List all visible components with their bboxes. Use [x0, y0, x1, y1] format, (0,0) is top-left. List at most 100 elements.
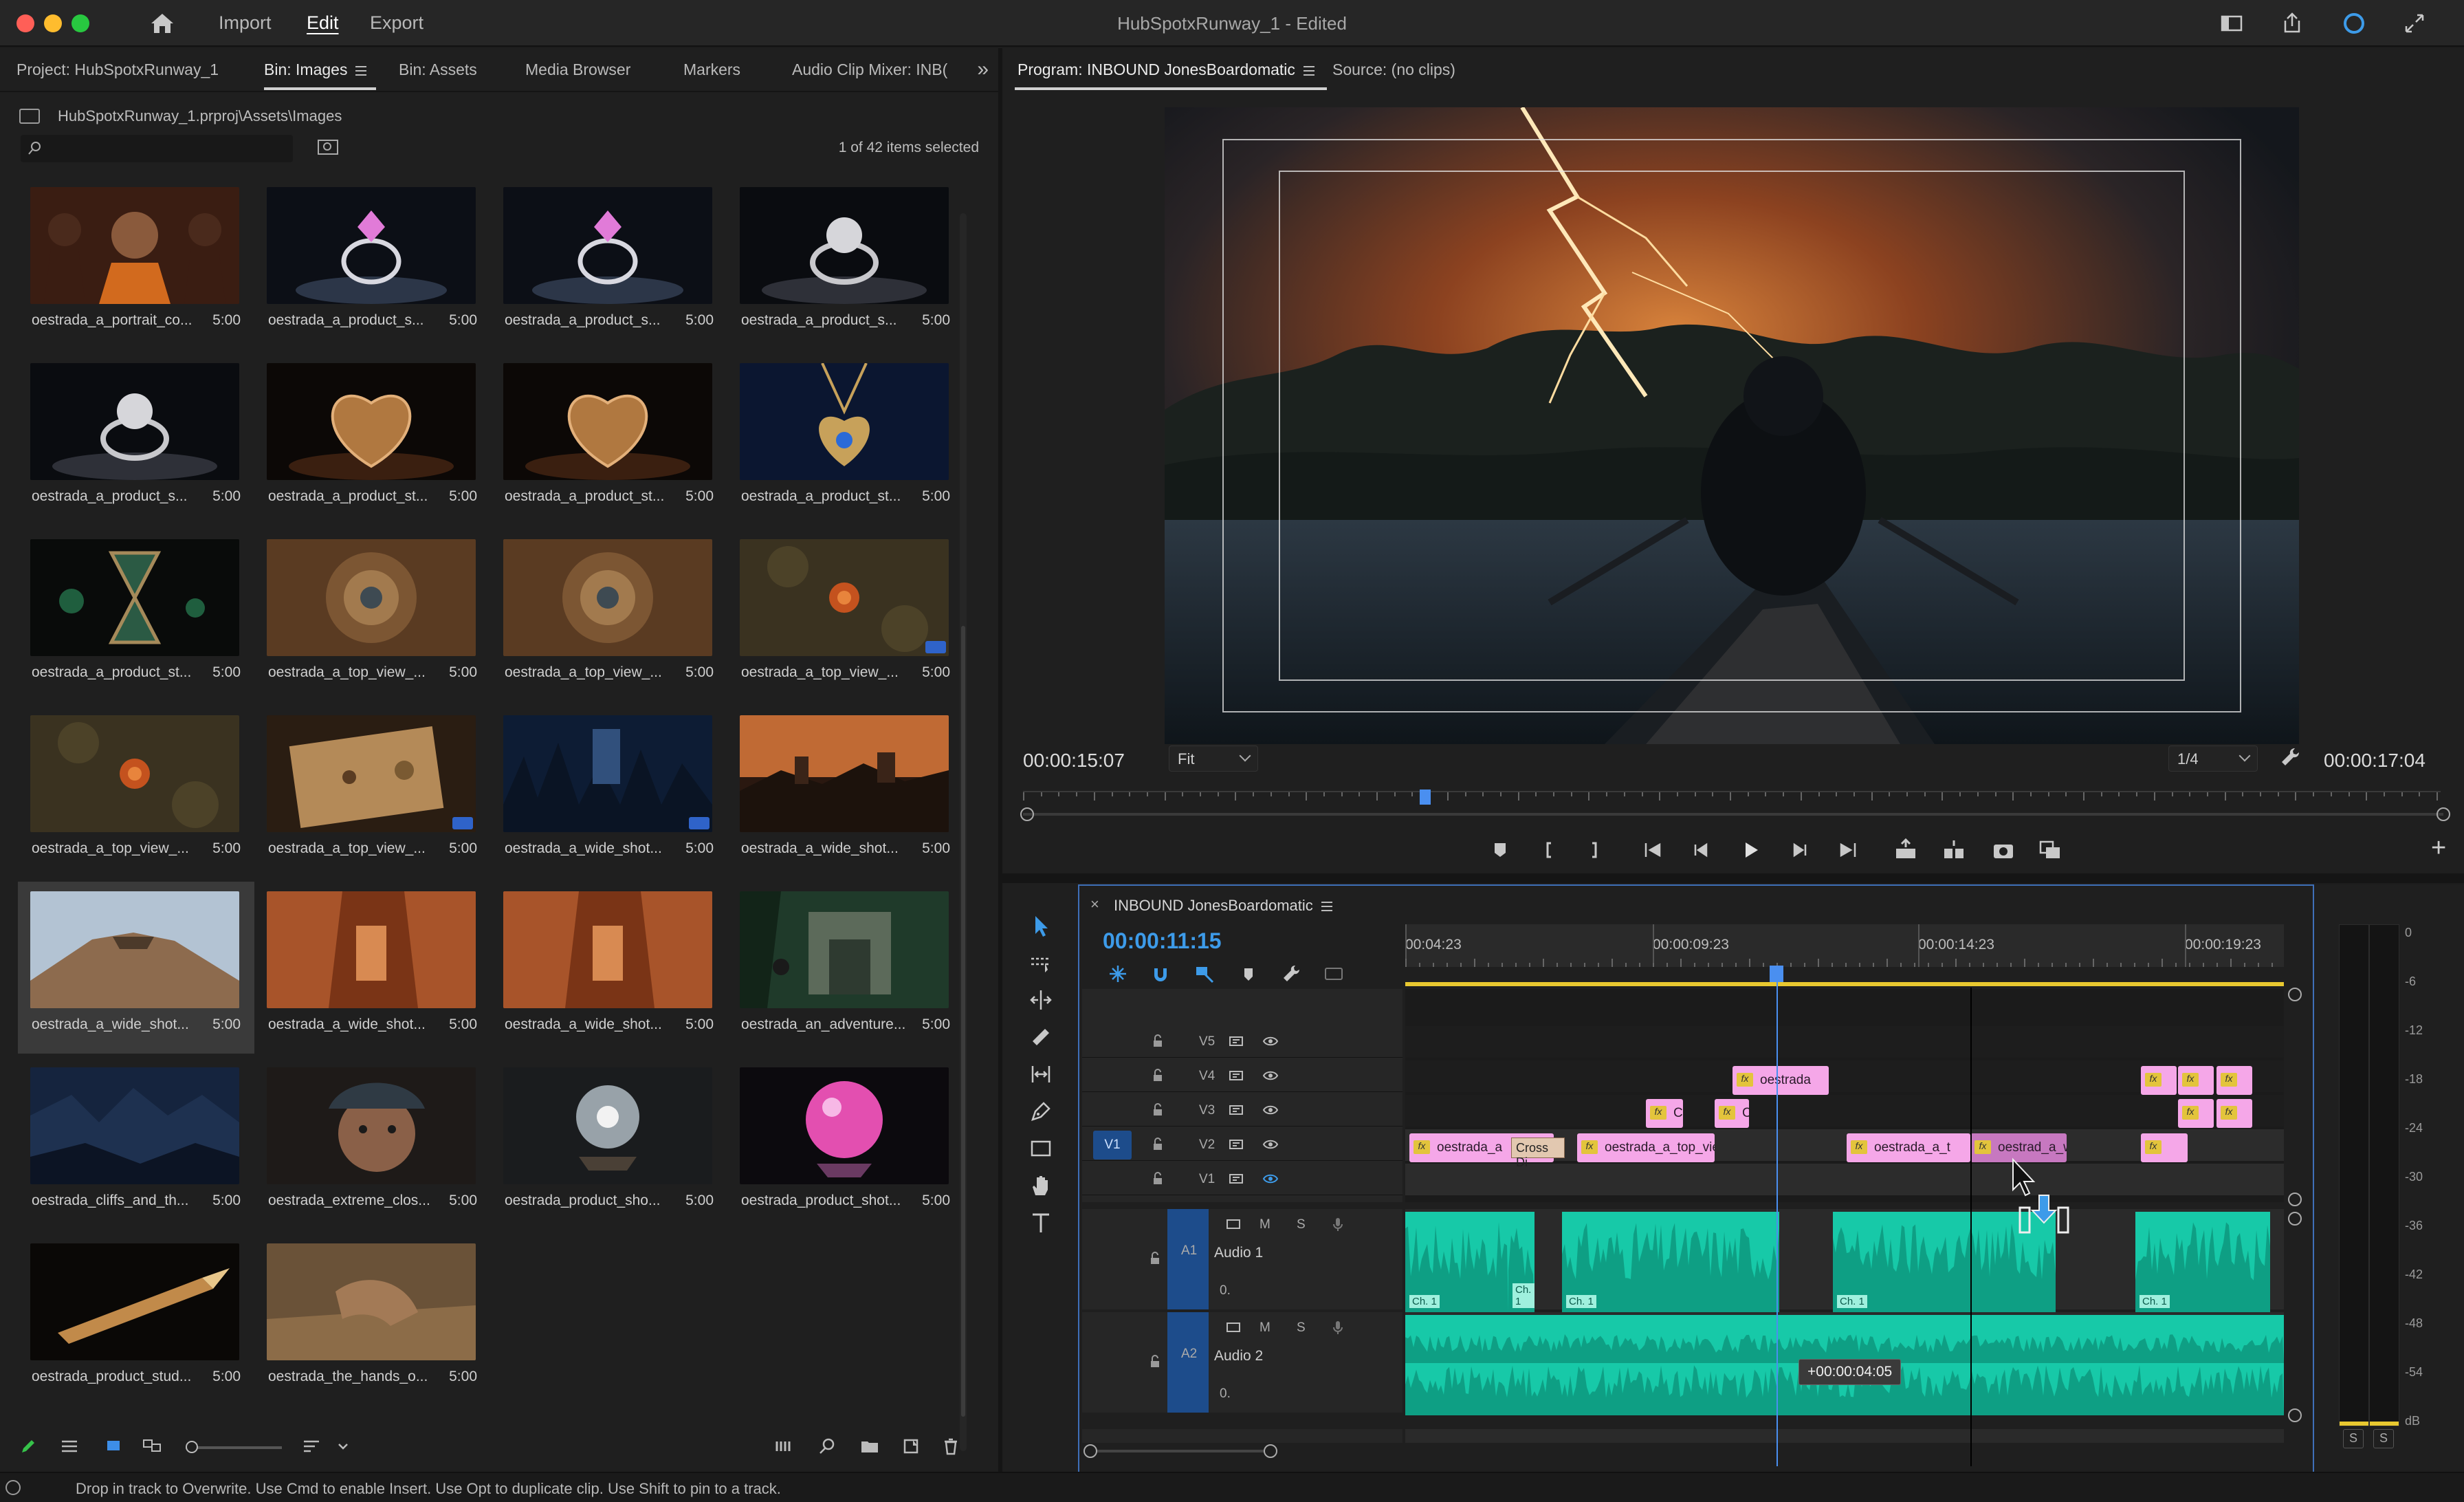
- cross-dissolve-transition[interactable]: Cross Di: [1511, 1138, 1565, 1169]
- bin-item[interactable]: oestrada_product_sho... 5:00: [491, 1058, 727, 1230]
- sequence-timecode[interactable]: 00:00:11:15: [1103, 928, 1222, 954]
- type-tool-icon[interactable]: [1027, 1209, 1055, 1237]
- fx-clip[interactable]: fx: [2141, 1066, 2177, 1095]
- selection-tool-icon[interactable]: [1027, 912, 1055, 939]
- source-patch-v1[interactable]: V1: [1093, 1131, 1132, 1160]
- audio-clip-a1[interactable]: Ch. 1: [1405, 1212, 1508, 1312]
- sync-lock-icon[interactable]: [1225, 1216, 1242, 1232]
- fx-clip[interactable]: fx: [2216, 1066, 2252, 1095]
- freeform-view-icon[interactable]: [142, 1436, 162, 1457]
- share-icon[interactable]: [2280, 11, 2304, 36]
- tab-markers[interactable]: Markers: [683, 61, 740, 79]
- audio-track-id[interactable]: A1: [1181, 1243, 1197, 1259]
- new-search-bin-icon[interactable]: [316, 136, 340, 157]
- lock-icon[interactable]: [1150, 1136, 1166, 1153]
- microphone-icon[interactable]: [1330, 1319, 1346, 1336]
- work-area-bar[interactable]: [1405, 982, 2284, 986]
- track-id[interactable]: V1: [1199, 1172, 1215, 1187]
- bin-item[interactable]: oestrada_a_product_st... 5:00: [18, 530, 254, 701]
- sync-lock-icon[interactable]: [1228, 1136, 1244, 1153]
- zoom-scroll-end-handle[interactable]: [1264, 1444, 1277, 1458]
- list-view-icon[interactable]: [59, 1436, 80, 1457]
- icon-view-icon[interactable]: [103, 1436, 124, 1457]
- bin-item[interactable]: oestrada_a_wide_shot... 5:00: [491, 882, 727, 1054]
- export-frame-icon[interactable]: [1990, 836, 2017, 864]
- video-clip-v3-b[interactable]: fx Cro: [1715, 1099, 1749, 1128]
- mark-out-icon[interactable]: [1580, 836, 1607, 864]
- bin-item[interactable]: oestrada_a_top_view_... 5:00: [491, 530, 727, 701]
- snap-magnet-icon[interactable]: [1150, 963, 1172, 985]
- tab-project[interactable]: Project: HubSpotxRunway_1: [16, 61, 219, 79]
- lock-icon[interactable]: [1147, 1353, 1163, 1370]
- sync-lock-icon[interactable]: [1228, 1067, 1244, 1084]
- lift-icon[interactable]: [1892, 836, 1920, 864]
- step-back-icon[interactable]: [1687, 836, 1715, 864]
- lock-icon[interactable]: [1150, 1171, 1166, 1187]
- bin-item[interactable]: oestrada_a_product_s... 5:00: [727, 177, 964, 349]
- audio-track-id[interactable]: A2: [1181, 1347, 1197, 1362]
- bin-item[interactable]: oestrada_an_adventure... 5:00: [727, 882, 964, 1054]
- pen-tool-icon[interactable]: [1027, 1098, 1055, 1125]
- lock-icon[interactable]: [1147, 1250, 1163, 1267]
- audio-lane-a3[interactable]: [1405, 1429, 2284, 1443]
- video-clip-v4[interactable]: fx oestrada: [1732, 1066, 1829, 1095]
- sync-lock-icon[interactable]: [1228, 1033, 1244, 1049]
- audio-clip-a1[interactable]: Ch. 1: [1508, 1212, 1534, 1312]
- nest-icon[interactable]: [1107, 963, 1129, 985]
- sync-lock-icon[interactable]: [1228, 1171, 1244, 1187]
- solo-left-button[interactable]: S: [2343, 1429, 2364, 1448]
- menu-export[interactable]: Export: [370, 12, 424, 34]
- eye-icon[interactable]: [1262, 1136, 1279, 1153]
- bin-item[interactable]: oestrada_a_product_s... 5:00: [491, 177, 727, 349]
- sort-dropdown-icon[interactable]: [333, 1436, 353, 1457]
- tab-menu-icon[interactable]: [1321, 902, 1332, 912]
- trash-icon[interactable]: [940, 1436, 961, 1457]
- bin-item[interactable]: oestrada_a_wide_shot... 5:00: [491, 706, 727, 878]
- hand-tool-icon[interactable]: [1027, 1172, 1055, 1199]
- settings-wrench-icon[interactable]: [2278, 745, 2302, 769]
- video-lane-v3[interactable]: [1405, 1095, 2284, 1126]
- bin-item[interactable]: oestrada_product_shot... 5:00: [727, 1058, 964, 1230]
- panel-divider-horizontal[interactable]: [1002, 873, 2464, 883]
- add-marker-icon[interactable]: [1486, 836, 1514, 864]
- program-video-frame[interactable]: [1165, 107, 2299, 744]
- track-id[interactable]: V3: [1199, 1103, 1215, 1118]
- solo-button[interactable]: S: [1297, 1217, 1306, 1232]
- bin-item[interactable]: oestrada_a_product_st... 5:00: [491, 353, 727, 525]
- timeline-zoom-scrollbar[interactable]: [1089, 1450, 1268, 1452]
- bin-item[interactable]: oestrada_a_wide_shot... 5:00: [254, 882, 491, 1054]
- timeline-playhead[interactable]: [1770, 966, 1783, 982]
- sort-icon[interactable]: [301, 1436, 322, 1457]
- zoom-window-button[interactable]: [72, 14, 89, 32]
- step-forward-icon[interactable]: [1786, 836, 1814, 864]
- close-sequence-icon[interactable]: ×: [1090, 895, 1099, 913]
- zoom-slider-handle[interactable]: [186, 1441, 198, 1453]
- bin-item[interactable]: oestrada_cliffs_and_th... 5:00: [18, 1058, 254, 1230]
- bin-item[interactable]: oestrada_a_wide_shot... 5:00: [18, 882, 254, 1054]
- track-id[interactable]: V2: [1199, 1138, 1215, 1153]
- lock-icon[interactable]: [1150, 1067, 1166, 1084]
- lock-icon[interactable]: [1150, 1033, 1166, 1049]
- mute-button[interactable]: M: [1260, 1320, 1270, 1336]
- monitor-time-ruler[interactable]: [1023, 791, 2441, 809]
- track-id[interactable]: V5: [1199, 1034, 1215, 1049]
- close-window-button[interactable]: [16, 14, 34, 32]
- play-icon[interactable]: [1737, 836, 1764, 864]
- fullscreen-icon[interactable]: [2402, 11, 2427, 36]
- solo-button[interactable]: S: [1297, 1320, 1306, 1336]
- lock-icon[interactable]: [1150, 1102, 1166, 1118]
- playhead-timecode[interactable]: 00:00:15:07: [1023, 750, 1125, 772]
- scrub-end-handle[interactable]: [2436, 807, 2450, 821]
- sync-lock-icon[interactable]: [1228, 1102, 1244, 1118]
- sync-lock-icon[interactable]: [1225, 1319, 1242, 1336]
- fx-clip[interactable]: fx: [2178, 1099, 2214, 1128]
- track-header-v3[interactable]: V3: [1082, 1095, 1402, 1126]
- add-marker-icon[interactable]: [1238, 963, 1260, 985]
- video-lane-v5[interactable]: [1405, 1026, 2284, 1058]
- find-icon[interactable]: [817, 1436, 837, 1457]
- bin-search-input[interactable]: [21, 135, 293, 162]
- eye-icon[interactable]: [1262, 1033, 1279, 1049]
- video-clip-v3-a[interactable]: fx Cro: [1646, 1099, 1683, 1128]
- fx-clip[interactable]: fx: [2178, 1066, 2214, 1095]
- bin-item[interactable]: oestrada_product_stud... 5:00: [18, 1234, 254, 1406]
